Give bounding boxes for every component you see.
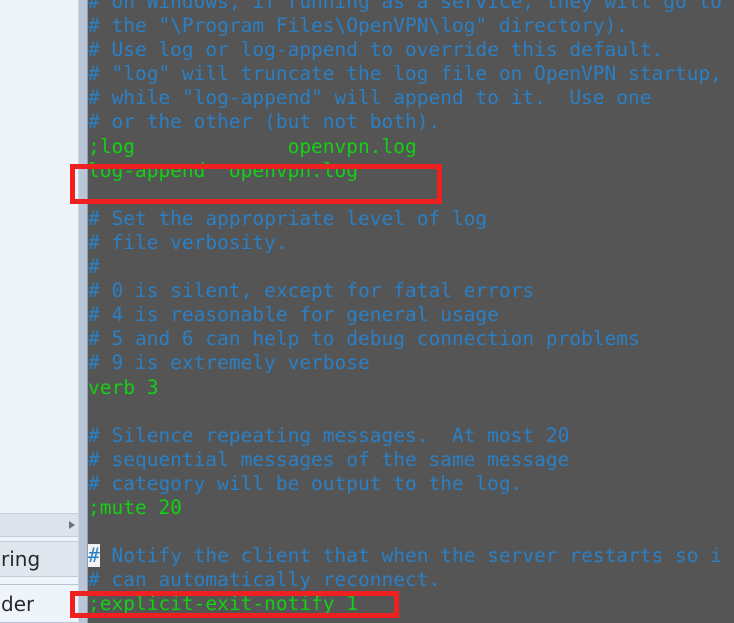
caret-right-icon xyxy=(69,521,75,529)
code-line-text: # file verbosity. xyxy=(88,230,288,254)
list-item[interactable]: ring xyxy=(0,541,80,577)
menu-item-with-submenu[interactable] xyxy=(0,513,80,537)
code-line-text: ;mute 20 xyxy=(88,495,182,519)
code-line[interactable]: # file verbosity. xyxy=(88,231,734,255)
code-line-text: # xyxy=(88,255,100,279)
code-line-text: # Silence repeating messages. At most 20 xyxy=(88,423,570,447)
code-line[interactable]: # Set the appropriate level of log xyxy=(88,207,734,231)
code-line-text: verb 3 xyxy=(88,375,159,399)
code-line-text: # 9 is extremely verbose xyxy=(88,351,370,375)
code-line[interactable] xyxy=(88,520,734,544)
code-line[interactable]: # 4 is reasonable for general usage xyxy=(88,303,734,327)
text-editor-pane[interactable]: # on Windows, if running as a service, t… xyxy=(80,0,734,623)
code-line[interactable]: ;explicit-exit-notify 1 xyxy=(88,592,734,616)
code-line[interactable]: # Silence repeating messages. At most 20 xyxy=(88,424,734,448)
code-line-text: # on Windows, if running as a service, t… xyxy=(88,0,722,13)
list-item[interactable]: der xyxy=(0,584,80,623)
code-line-text: Notify the client that when the server r… xyxy=(99,544,722,568)
code-line[interactable]: # can automatically reconnect. xyxy=(88,568,734,592)
code-line[interactable]: # category will be output to the log. xyxy=(88,472,734,496)
code-line[interactable]: # 0 is silent, except for fatal errors xyxy=(88,279,734,303)
code-line[interactable]: # 5 and 6 can help to debug connection p… xyxy=(88,327,734,351)
code-line[interactable] xyxy=(88,400,734,424)
code-content[interactable]: # on Windows, if running as a service, t… xyxy=(88,0,734,616)
code-line-text: # Set the appropriate level of log xyxy=(88,206,488,230)
code-line-text: # while "log-append" will append to it. … xyxy=(88,86,652,110)
code-line-text: # 0 is silent, except for fatal errors xyxy=(88,279,535,303)
code-line-text: # category will be output to the log. xyxy=(88,471,523,495)
code-line[interactable]: # the "\Program Files\OpenVPN\log" direc… xyxy=(88,14,734,38)
code-line-text: # Use log or log-append to override this… xyxy=(88,38,664,62)
code-line[interactable]: verb 3 xyxy=(88,376,734,400)
code-line[interactable]: # 9 is extremely verbose xyxy=(88,351,734,375)
code-line-text: log-append openvpn.log xyxy=(88,158,359,182)
code-line-text: ;log openvpn.log xyxy=(88,134,417,158)
code-line[interactable]: ;mute 20 xyxy=(88,496,734,520)
code-line[interactable]: # sequential messages of the same messag… xyxy=(88,448,734,472)
screenshot-root: ring der # on Windows, if running as a s… xyxy=(0,0,734,623)
code-line-text: ;explicit-exit-notify 1 xyxy=(88,592,359,616)
code-line[interactable]: # xyxy=(88,255,734,279)
code-line[interactable]: ;log openvpn.log xyxy=(88,135,734,159)
code-line-text: # sequential messages of the same messag… xyxy=(88,447,570,471)
code-line-text: # or the other (but not both). xyxy=(88,110,441,134)
code-line-text: # 4 is reasonable for general usage xyxy=(88,303,499,327)
code-line[interactable]: # Notify the client that when the server… xyxy=(88,544,734,568)
code-line[interactable]: # or the other (but not both). xyxy=(88,110,734,134)
code-line-text: # 5 and 6 can help to debug connection p… xyxy=(88,327,640,351)
text-cursor-block: # xyxy=(88,544,100,568)
code-line-text: # "log" will truncate the log file on Op… xyxy=(88,62,722,86)
code-line[interactable]: # on Windows, if running as a service, t… xyxy=(88,0,734,14)
editor-vertical-scrollbar[interactable] xyxy=(78,0,88,623)
code-line[interactable]: # "log" will truncate the log file on Op… xyxy=(88,62,734,86)
list-item-label: der xyxy=(1,591,35,616)
code-line[interactable] xyxy=(88,183,734,207)
list-item-label: ring xyxy=(1,547,41,571)
code-line-text: # the "\Program Files\OpenVPN\log" direc… xyxy=(88,14,629,38)
code-line-text: # can automatically reconnect. xyxy=(88,568,441,592)
code-line[interactable]: log-append openvpn.log xyxy=(88,159,734,183)
code-line[interactable]: # Use log or log-append to override this… xyxy=(88,38,734,62)
code-line[interactable]: # while "log-append" will append to it. … xyxy=(88,86,734,110)
